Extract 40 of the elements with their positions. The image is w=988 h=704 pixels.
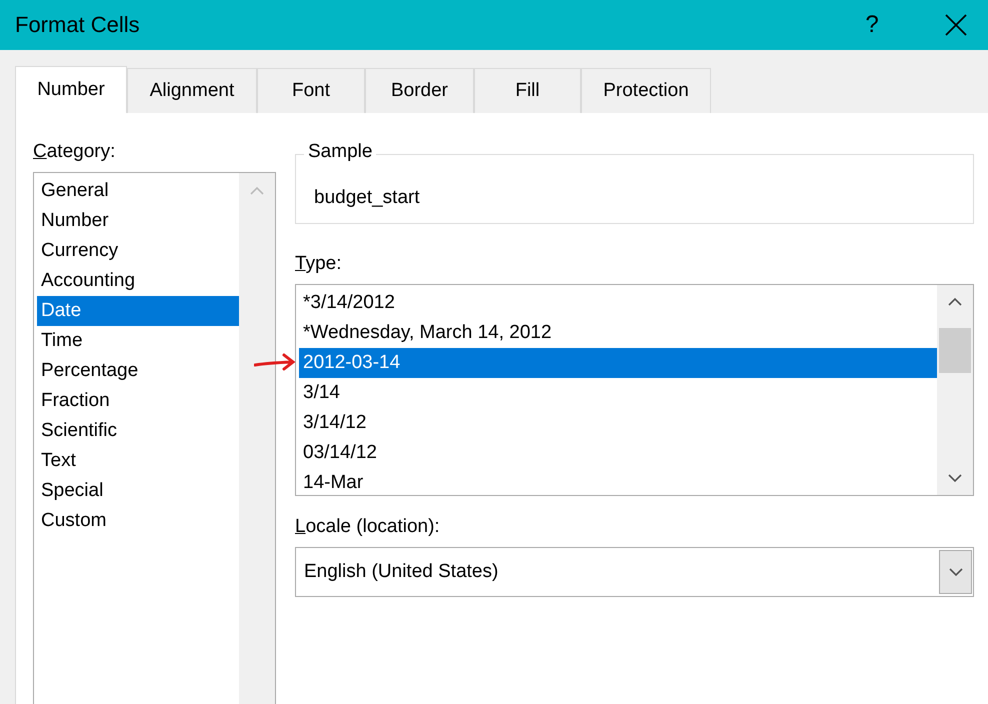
chevron-down-icon <box>948 568 962 576</box>
category-item[interactable]: Custom <box>37 506 239 536</box>
category-item[interactable]: Date <box>37 296 239 326</box>
type-item[interactable]: 2012-03-14 <box>299 348 937 378</box>
type-item[interactable]: 03/14/12 <box>299 438 937 468</box>
window-title: Format Cells <box>15 12 141 38</box>
locale-dropdown[interactable]: English (United States) <box>295 547 974 597</box>
category-item[interactable]: Number <box>37 206 239 236</box>
category-item[interactable]: Fraction <box>37 386 239 416</box>
scroll-thumb[interactable] <box>939 328 971 373</box>
arrow-annotation <box>254 353 296 373</box>
category-item[interactable]: General <box>37 176 239 206</box>
tab[interactable]: Font <box>257 68 365 113</box>
tab[interactable]: Alignment <box>127 68 257 113</box>
locale-label: Locale (location): <box>295 516 441 538</box>
type-item[interactable]: *3/14/2012 <box>299 288 937 318</box>
sample-legend: Sample <box>304 141 376 163</box>
tab[interactable]: Protection <box>581 68 711 113</box>
type-item[interactable]: 3/14/12 <box>299 408 937 438</box>
category-item[interactable]: Time <box>37 326 239 356</box>
tab[interactable]: Border <box>365 68 474 113</box>
tab[interactable]: Fill <box>474 68 581 113</box>
category-label: Category: <box>33 141 116 163</box>
category-item[interactable]: Accounting <box>37 266 239 296</box>
type-label: Type: <box>295 253 342 275</box>
type-item[interactable]: 3/14 <box>299 378 937 408</box>
help-button[interactable]: ? <box>852 11 892 39</box>
category-item[interactable]: Text <box>37 446 239 476</box>
category-item[interactable]: Special <box>37 476 239 506</box>
type-item[interactable]: *Wednesday, March 14, 2012 <box>299 318 937 348</box>
category-item[interactable]: Scientific <box>37 416 239 446</box>
scroll-up-icon <box>250 186 264 195</box>
scroll-down-icon <box>948 474 962 483</box>
scroll-up-icon <box>948 297 962 306</box>
type-item[interactable]: 14-Mar <box>299 468 937 498</box>
tab[interactable]: Number <box>15 66 127 113</box>
category-item[interactable]: Percentage <box>37 356 239 386</box>
category-item[interactable]: Currency <box>37 236 239 266</box>
close-icon[interactable] <box>944 13 968 37</box>
sample-value: budget_start <box>314 187 421 209</box>
